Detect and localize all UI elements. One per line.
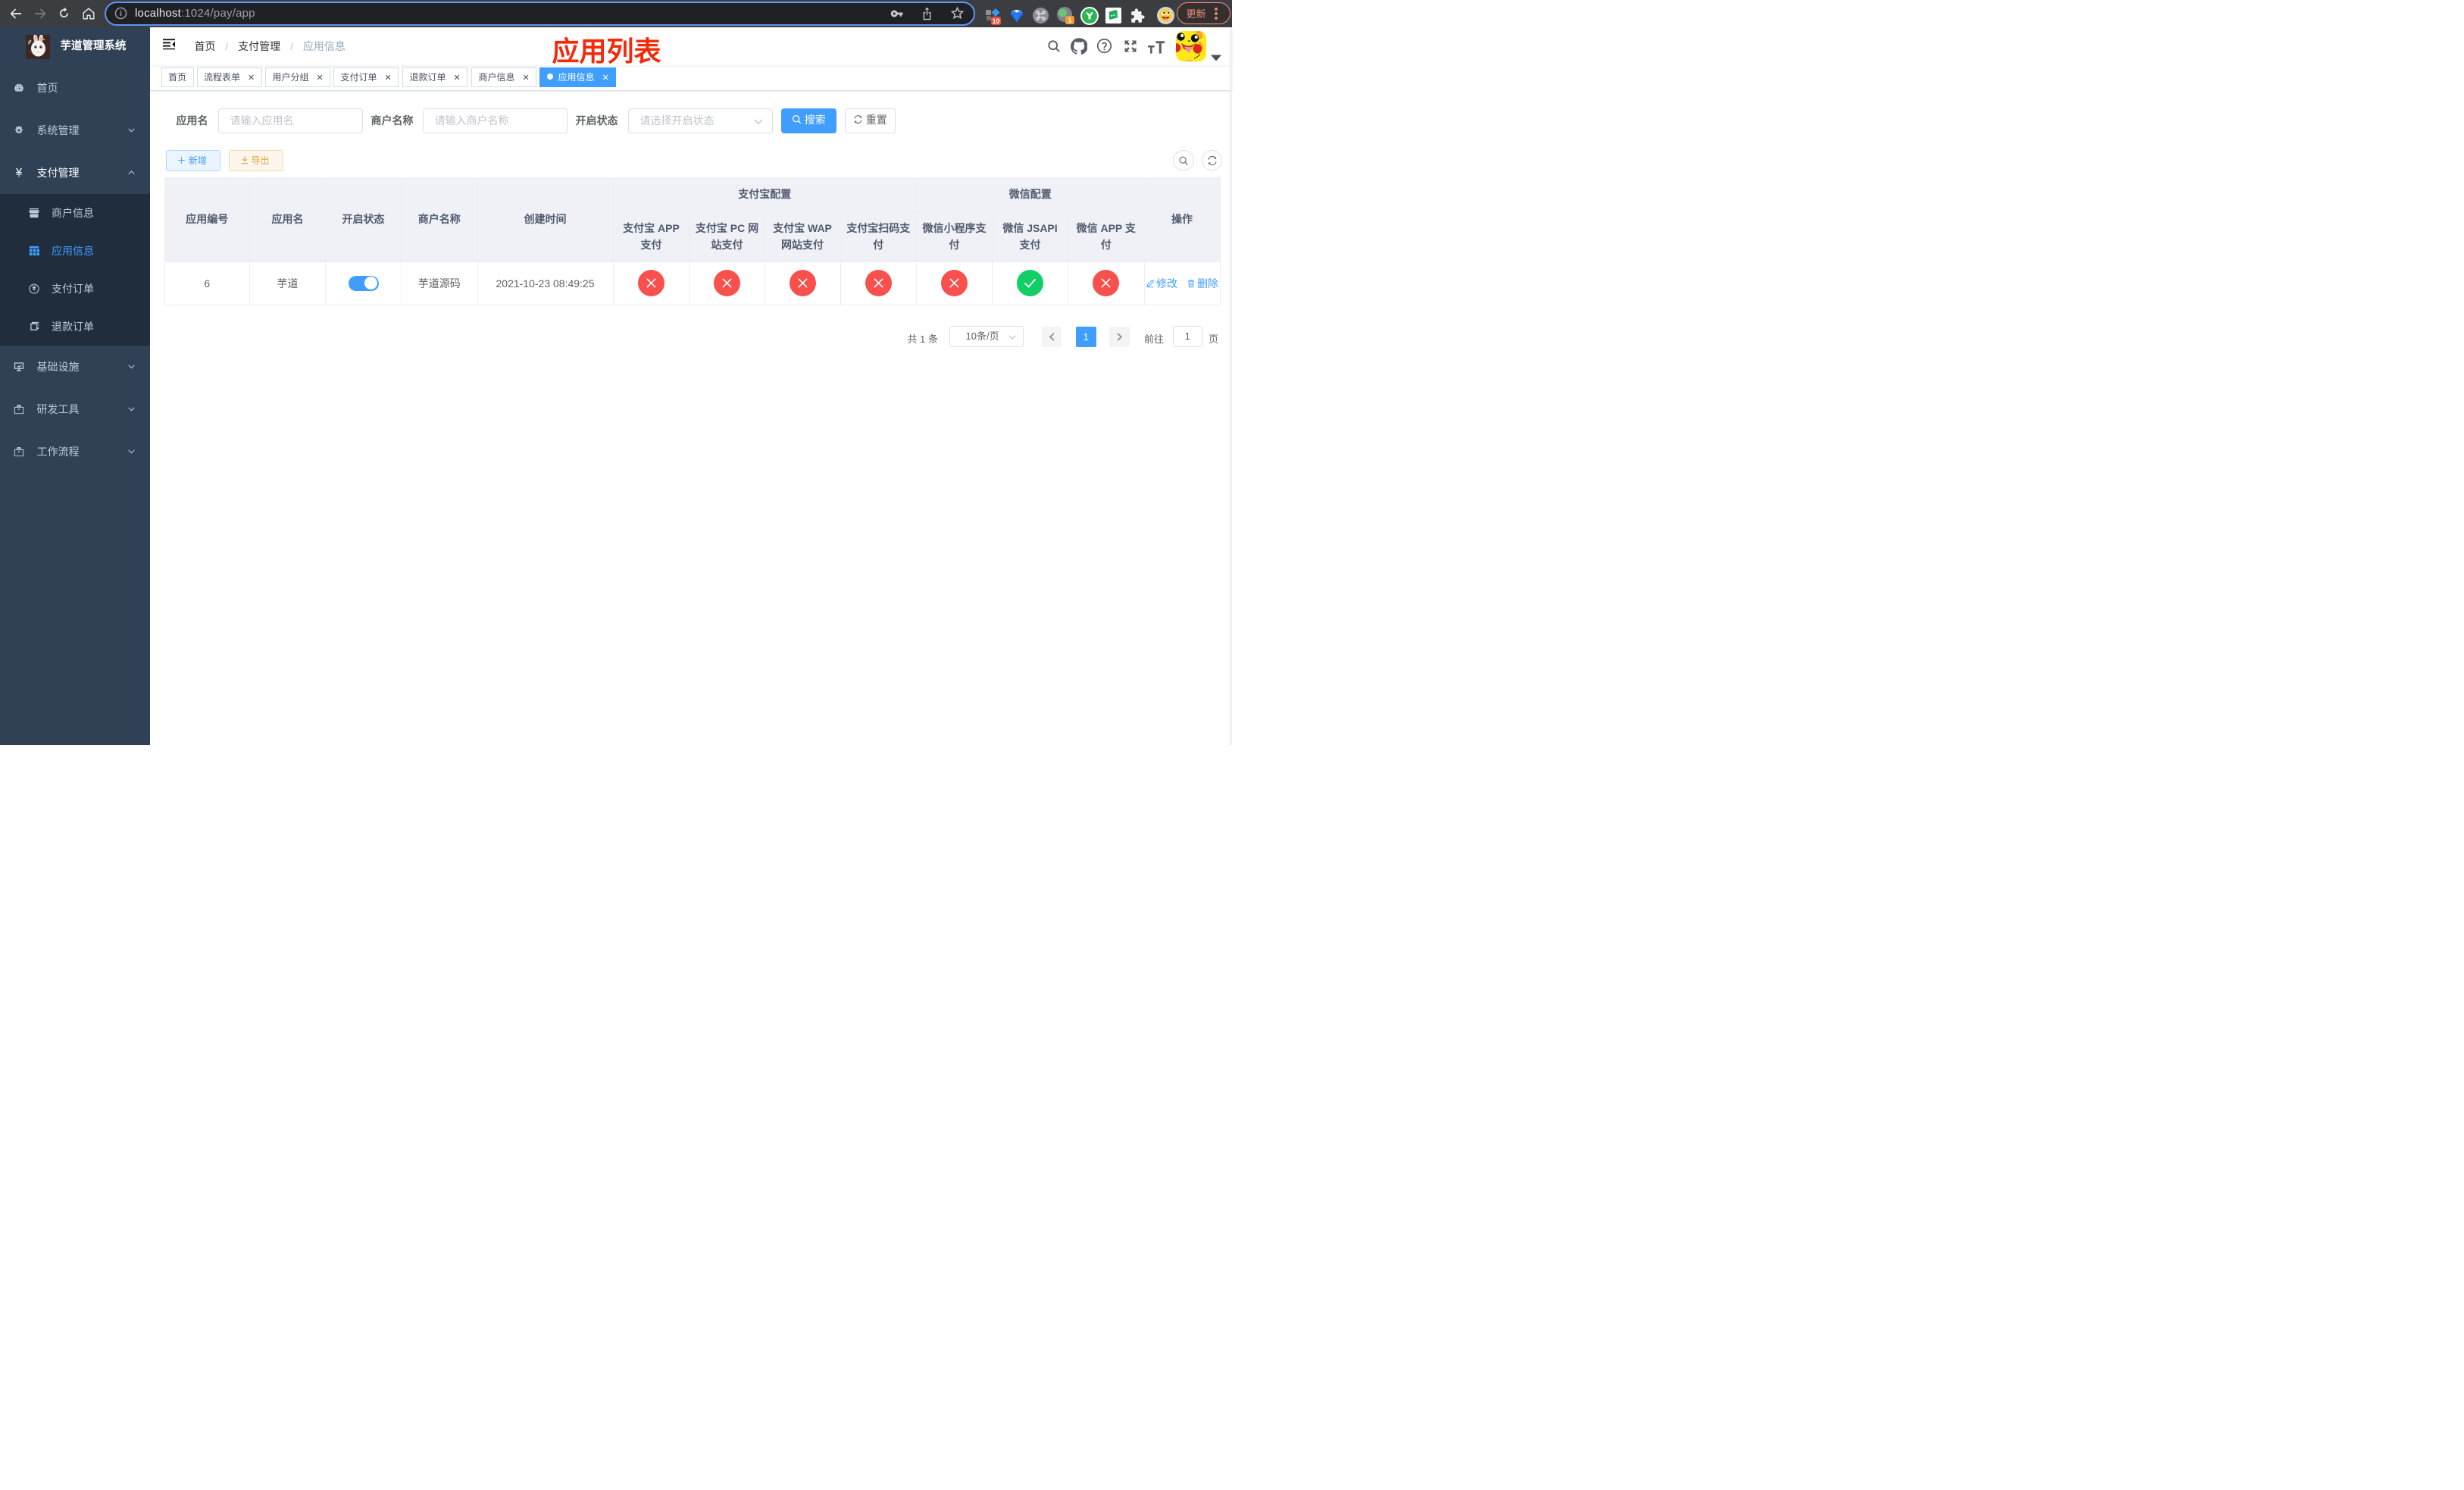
svg-text:1: 1 bbox=[1068, 17, 1071, 24]
svg-text:10: 10 bbox=[992, 17, 999, 25]
